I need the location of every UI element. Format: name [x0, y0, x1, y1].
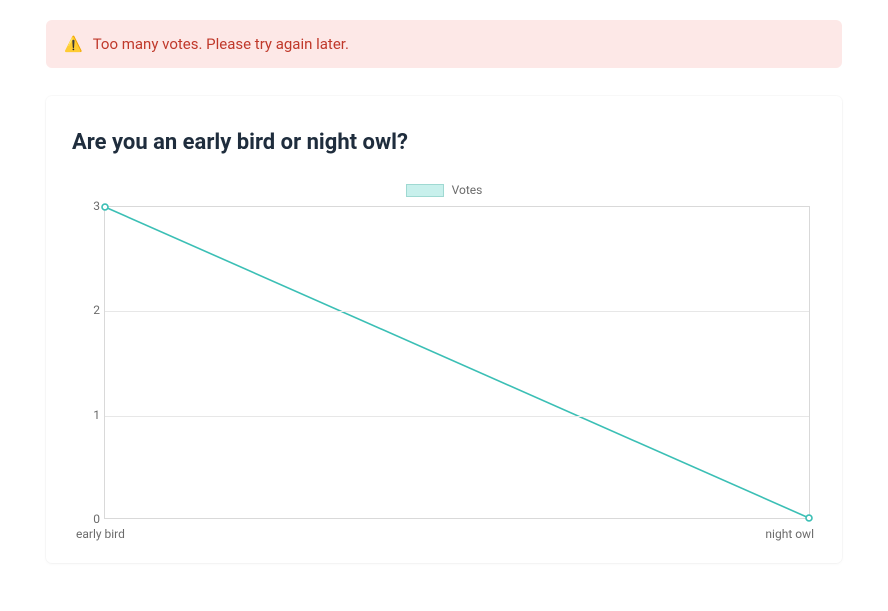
alert-text: Too many votes. Please try again later.	[93, 35, 349, 53]
y-tick-label: 1	[86, 408, 100, 422]
line-series	[105, 207, 809, 518]
x-tick-label: night owl	[758, 527, 814, 541]
warning-icon: ⚠️	[64, 37, 83, 52]
y-tick-label: 2	[86, 303, 100, 317]
y-tick-label: 0	[86, 512, 100, 526]
poll-card: Are you an early bird or night owl? Vote…	[46, 96, 842, 563]
y-tick-label: 3	[86, 199, 100, 213]
poll-title: Are you an early bird or night owl?	[72, 130, 816, 155]
legend-swatch	[406, 184, 444, 197]
chart: 0123early birdnight owl	[72, 203, 816, 543]
plot-area	[104, 206, 810, 519]
error-alert: ⚠️ Too many votes. Please try again late…	[46, 20, 842, 68]
chart-legend: Votes	[72, 183, 816, 197]
x-tick-label: early bird	[76, 527, 125, 541]
grid-line	[105, 416, 809, 417]
legend-label: Votes	[452, 183, 483, 197]
grid-line	[105, 311, 809, 312]
